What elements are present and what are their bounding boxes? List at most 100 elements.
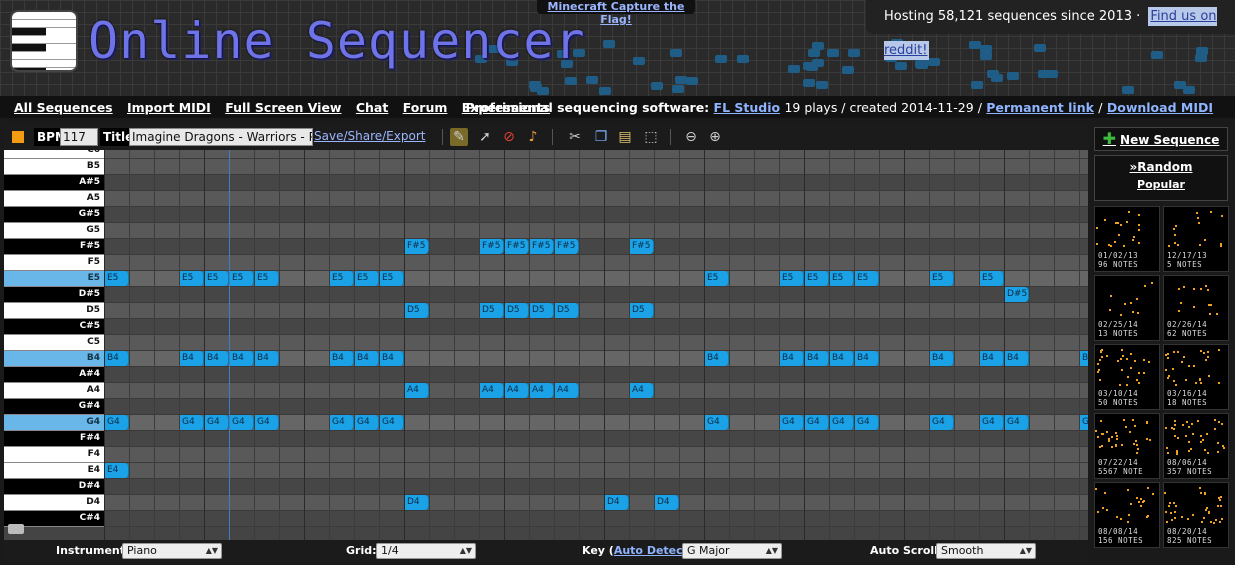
note-block[interactable]: F#5 (530, 239, 554, 254)
bpm-input[interactable]: 117 (60, 128, 98, 146)
cut-icon[interactable]: ✂ (566, 128, 584, 146)
promo-link[interactable]: Minecraft Capture the Flag! (537, 0, 695, 26)
piano-key-gsharp5[interactable]: G#5 (4, 207, 104, 223)
piano-key-d4[interactable]: D4 (4, 495, 104, 511)
sequence-thumbnail[interactable]: 08/06/14 357 NOTES (1163, 413, 1229, 479)
note-block[interactable]: A4 (480, 383, 504, 398)
note-block[interactable]: E5 (930, 271, 954, 286)
note-block[interactable]: B4 (805, 351, 829, 366)
volume-icon[interactable]: ♪ (524, 128, 542, 146)
zoom-out-icon[interactable]: ⊖ (682, 128, 700, 146)
nav-full-screen-view[interactable]: Full Screen View (225, 100, 341, 115)
title-input[interactable]: Imagine Dragons - Warriors - Pia (129, 128, 313, 146)
save-share-export-link[interactable]: Save/Share/Export (314, 129, 425, 143)
sequence-thumbnail[interactable]: 12/17/13 5 NOTES (1163, 206, 1229, 272)
sequence-thumbnail[interactable]: 02/26/14 62 NOTES (1163, 275, 1229, 341)
note-block[interactable]: B4 (780, 351, 804, 366)
note-block[interactable]: F#5 (630, 239, 654, 254)
note-block[interactable]: F#5 (405, 239, 429, 254)
note-block[interactable]: E5 (355, 271, 379, 286)
playhead[interactable] (229, 150, 230, 540)
note-block[interactable]: G4 (780, 415, 804, 430)
zoom-in-icon[interactable]: ⊕ (706, 128, 724, 146)
note-block[interactable]: E5 (980, 271, 1004, 286)
random-link[interactable]: »Random (1095, 160, 1227, 174)
key-select[interactable]: G Major ▲▼ (682, 543, 782, 559)
note-block[interactable]: E5 (805, 271, 829, 286)
note-block[interactable]: D4 (605, 495, 629, 510)
note-block[interactable]: E5 (855, 271, 879, 286)
piano-key-f4[interactable]: F4 (4, 447, 104, 463)
note-block[interactable]: G4 (1005, 415, 1029, 430)
note-block[interactable]: B4 (105, 351, 129, 366)
note-block[interactable]: A4 (530, 383, 554, 398)
note-block[interactable]: E5 (255, 271, 279, 286)
note-block[interactable]: A4 (505, 383, 529, 398)
nav-all-sequences[interactable]: All Sequences (14, 100, 113, 115)
note-block[interactable]: E5 (705, 271, 729, 286)
piano-key-dsharp5[interactable]: D#5 (4, 287, 104, 303)
note-block[interactable]: B4 (230, 351, 254, 366)
pencil-icon[interactable]: ✎ (450, 128, 468, 146)
sequence-thumbnail[interactable]: 08/08/14 156 NOTES (1094, 482, 1160, 548)
nav-chat[interactable]: Chat (356, 100, 388, 115)
permanent-link[interactable]: Permanent link (986, 100, 1094, 115)
piano-key-g4[interactable]: G4 (4, 415, 104, 431)
note-block[interactable]: B (1080, 351, 1088, 366)
note-block[interactable]: E4 (105, 463, 129, 478)
auto-detect-link[interactable]: Auto Detect (614, 544, 688, 557)
note-block[interactable]: G4 (180, 415, 204, 430)
piano-key-dsharp4[interactable]: D#4 (4, 479, 104, 495)
popular-link[interactable]: Popular (1095, 178, 1227, 191)
note-block[interactable]: E5 (380, 271, 404, 286)
note-block[interactable]: D5 (630, 303, 654, 318)
note-block[interactable]: G4 (380, 415, 404, 430)
note-block[interactable]: D5 (505, 303, 529, 318)
site-logo-text[interactable]: Online Sequencer (88, 12, 586, 70)
piano-key-b5[interactable]: B5 (4, 159, 104, 175)
copy-icon[interactable]: ❐ (592, 128, 610, 146)
note-block[interactable]: E5 (780, 271, 804, 286)
note-block[interactable]: B4 (180, 351, 204, 366)
stop-icon[interactable] (12, 131, 24, 143)
piano-key-e4[interactable]: E4 (4, 463, 104, 479)
select-all-icon[interactable]: ⬚ (642, 128, 660, 146)
piano-key-e5[interactable]: E5 (4, 271, 104, 287)
keyboard-icon[interactable] (8, 524, 24, 534)
note-block[interactable]: G4 (230, 415, 254, 430)
nav-forum[interactable]: Forum (403, 100, 448, 115)
logo-piano-icon[interactable] (10, 10, 78, 72)
download-midi-link[interactable]: Download MIDI (1107, 100, 1213, 115)
note-block[interactable]: B4 (355, 351, 379, 366)
note-block[interactable]: B4 (705, 351, 729, 366)
nav-import-midi[interactable]: Import MIDI (127, 100, 211, 115)
piano-key-gsharp4[interactable]: G#4 (4, 399, 104, 415)
note-block[interactable]: B4 (1005, 351, 1029, 366)
fl-studio-link[interactable]: FL Studio (714, 100, 781, 115)
note-block[interactable]: B4 (205, 351, 229, 366)
grid-select[interactable]: 1/4 ▲▼ (376, 543, 476, 559)
note-block[interactable]: D4 (655, 495, 679, 510)
sequence-thumbnail[interactable]: 03/16/14 18 NOTES (1163, 344, 1229, 410)
piano-key-asharp4[interactable]: A#4 (4, 367, 104, 383)
piano-key-c6[interactable]: C6 (4, 150, 104, 159)
piano-key-csharp5[interactable]: C#5 (4, 319, 104, 335)
instrument-select[interactable]: Piano ▲▼ (122, 543, 222, 559)
note-block[interactable]: F#5 (480, 239, 504, 254)
note-block[interactable]: B4 (980, 351, 1004, 366)
note-block[interactable]: B4 (830, 351, 854, 366)
note-block[interactable]: B4 (330, 351, 354, 366)
note-block[interactable]: A4 (405, 383, 429, 398)
note-block[interactable]: G4 (855, 415, 879, 430)
note-block[interactable]: B4 (380, 351, 404, 366)
note-block[interactable]: G4 (255, 415, 279, 430)
note-block[interactable]: G4 (930, 415, 954, 430)
new-sequence-button[interactable]: ✚ New Sequence (1094, 127, 1228, 151)
piano-key-asharp5[interactable]: A#5 (4, 175, 104, 191)
note-block[interactable]: E5 (180, 271, 204, 286)
sequence-thumbnail[interactable]: 01/02/13 96 NOTES (1094, 206, 1160, 272)
note-block[interactable]: B4 (930, 351, 954, 366)
autoscroll-select[interactable]: Smooth ▲▼ (936, 543, 1036, 559)
note-block[interactable]: D5 (555, 303, 579, 318)
note-block[interactable]: E5 (830, 271, 854, 286)
